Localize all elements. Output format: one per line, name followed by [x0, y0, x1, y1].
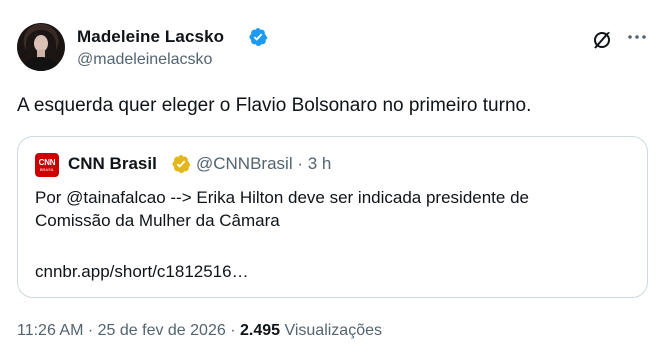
- grok-icon[interactable]: [590, 28, 614, 52]
- quoted-link[interactable]: cnnbr.app/short/c1812516…: [35, 262, 249, 282]
- views-count: 2.495: [239, 322, 281, 339]
- author-avatar[interactable]: [17, 23, 65, 71]
- quoted-text-line-2: Comissão da Mulher da Câmara: [35, 211, 280, 230]
- quoted-text-line-1: Por @tainafalcao --> Erika Hilton deve s…: [35, 188, 529, 207]
- gold-verified-badge-icon: [172, 155, 191, 173]
- logo-text: CNN: [38, 157, 56, 167]
- tweet-text: A esquerda quer eleger o Flavio Bolsonar…: [17, 95, 532, 116]
- timestamp-link[interactable]: 11:26 AM · 25 de fev de 2026 ·: [17, 322, 240, 339]
- logo-subtext: BRASIL: [39, 166, 55, 172]
- views-label: Visualizações: [280, 322, 382, 339]
- quoted-tweet[interactable]: CNN BRASIL CNN Brasil @CNNBrasil · 3 h P…: [17, 136, 648, 298]
- cnn-brasil-logo-icon[interactable]: CNN BRASIL: [35, 153, 59, 177]
- author-handle[interactable]: @madeleinelacsko: [77, 51, 212, 69]
- quoted-handle-time[interactable]: @CNNBrasil · 3 h: [196, 154, 331, 174]
- verified-badge-icon: [249, 28, 268, 46]
- more-icon[interactable]: [625, 25, 649, 49]
- quoted-text: Por @tainafalcao --> Erika Hilton deve s…: [35, 186, 635, 232]
- tweet-meta: 11:26 AM · 25 de fev de 2026 · 2.495 Vis…: [17, 322, 382, 340]
- quoted-author-name[interactable]: CNN Brasil: [68, 154, 157, 174]
- author-name[interactable]: Madeleine Lacsko: [77, 27, 224, 47]
